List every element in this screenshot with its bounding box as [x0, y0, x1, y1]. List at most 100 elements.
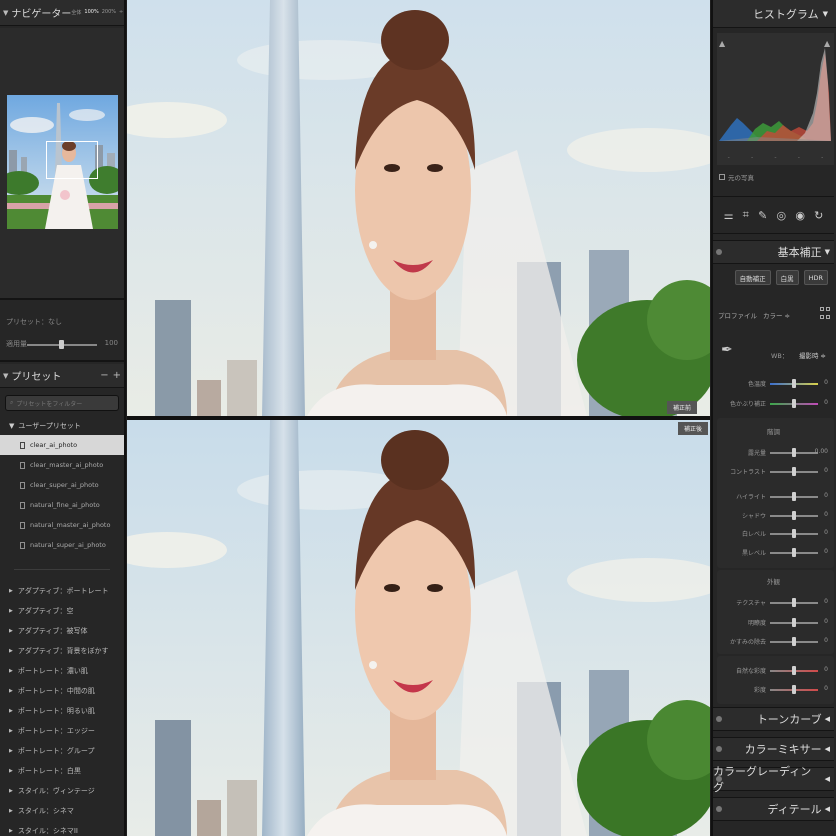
slider-knob[interactable] — [792, 529, 796, 538]
expand-triangle-icon[interactable]: ◀ — [825, 715, 830, 723]
slider-value[interactable]: 0 — [824, 618, 828, 625]
preset-group[interactable]: ▶ アダプティブ：空 — [0, 601, 124, 621]
panel-toggle-icon[interactable] — [716, 249, 722, 255]
collapse-triangle-icon[interactable]: ▼ — [825, 248, 830, 256]
preset-group[interactable]: ▶ スタイル：ヴィンテージ — [0, 781, 124, 801]
slider-knob[interactable] — [792, 466, 796, 476]
slider-knob[interactable] — [792, 637, 796, 646]
expand-triangle-icon[interactable]: ▶ — [9, 608, 13, 614]
expand-triangle-icon[interactable]: ▶ — [9, 708, 13, 714]
user-preset-item[interactable]: natural_master_ai_photo — [0, 515, 124, 535]
mask-icon[interactable]: ◎ — [777, 209, 787, 222]
preset-group[interactable]: ▶ ポートレート：白黒 — [0, 761, 124, 781]
expand-triangle-icon[interactable]: ▶ — [9, 688, 13, 694]
original-photo-checkbox[interactable] — [719, 174, 725, 180]
navigator-thumbnail[interactable] — [7, 95, 118, 229]
preset-group[interactable]: ▶ スタイル：シネマ — [0, 801, 124, 821]
original-photo-toggle[interactable]: 元の写真 — [719, 172, 754, 182]
slider-value[interactable]: 0 — [824, 467, 828, 474]
preset-group[interactable]: ▶ ポートレート：濃い肌 — [0, 661, 124, 681]
expand-triangle-icon[interactable]: ▶ — [9, 808, 13, 814]
user-preset-item[interactable]: natural_fine_ai_photo — [0, 495, 124, 515]
color-grading-header[interactable]: カラーグレーディング ◀ — [713, 765, 834, 794]
collapse-triangle-icon[interactable]: ▼ — [823, 10, 828, 18]
expand-triangle-icon[interactable]: ◀ — [825, 745, 830, 753]
expand-triangle-icon[interactable]: ▶ — [9, 828, 13, 834]
hdr-button[interactable]: HDR — [803, 270, 828, 285]
slider-knob[interactable] — [792, 379, 796, 388]
navigator-header[interactable]: ▼ ナビゲーター 全体 100% 200% ÷ — [0, 0, 124, 26]
profile-browser-icon[interactable] — [820, 307, 830, 321]
slider-knob[interactable] — [792, 666, 796, 675]
image-view[interactable]: 補正前 補正後 — [127, 0, 710, 836]
slider-value[interactable]: 0 — [824, 598, 828, 605]
collapse-triangle-icon[interactable]: ▼ — [3, 9, 8, 17]
color-mixer-header[interactable]: カラーミキサー ◀ — [713, 737, 834, 761]
histogram-header[interactable]: ヒストグラム ▼ — [713, 0, 836, 28]
profile-row[interactable]: プロファイル カラー ≑ — [718, 310, 790, 320]
preset-group[interactable]: ▶ アダプティブ：ポートレート — [0, 581, 124, 601]
expand-triangle-icon[interactable]: ◀ — [825, 775, 830, 783]
bw-button[interactable]: 白黒 — [775, 270, 799, 285]
crop-icon[interactable]: ⌗ — [743, 208, 749, 222]
eyedropper-icon[interactable]: ✒ — [721, 342, 733, 358]
navigator-viewport-rect[interactable] — [46, 141, 98, 179]
panel-toggle-icon[interactable] — [716, 746, 722, 752]
user-preset-item[interactable]: clear_master_ai_photo — [0, 455, 124, 475]
expand-triangle-icon[interactable]: ▶ — [9, 728, 13, 734]
zoom-dropdown-icon[interactable]: ÷ — [119, 9, 123, 16]
preset-filter-input[interactable]: ⌕ プリセットをフィルター — [5, 395, 119, 411]
expand-triangle-icon[interactable]: ▶ — [9, 648, 13, 654]
auto-button[interactable]: 自動補正 — [734, 270, 771, 285]
expand-triangle-icon[interactable]: ▶ — [9, 628, 13, 634]
slider-knob[interactable] — [792, 547, 796, 557]
collapse-triangle-icon[interactable]: ▼ — [3, 372, 8, 380]
zoom-100-option[interactable]: 100% — [84, 9, 98, 16]
tone-curve-header[interactable]: トーンカーブ ◀ — [713, 707, 834, 731]
slider-value[interactable]: 0 — [824, 511, 828, 518]
user-presets-folder[interactable]: ▼ ユーザープリセット — [0, 417, 124, 435]
amount-value[interactable]: 100 — [105, 339, 118, 347]
slider-value[interactable]: 0 — [824, 399, 828, 406]
expand-triangle-icon[interactable]: ◀ — [825, 805, 830, 813]
wb-select[interactable]: 撮影時 ≑ — [799, 350, 826, 360]
expand-triangle-icon[interactable]: ▶ — [9, 748, 13, 754]
expand-triangle-icon[interactable]: ▶ — [9, 668, 13, 674]
slider-knob[interactable] — [792, 617, 796, 627]
user-preset-item[interactable]: clear_ai_photo — [0, 435, 124, 455]
preset-group[interactable]: ▶ ポートレート：中間の肌 — [0, 681, 124, 701]
zoom-fit-option[interactable]: 全体 — [71, 9, 81, 16]
slider-knob[interactable] — [792, 598, 796, 607]
preset-group[interactable]: ▶ ポートレート：グループ — [0, 741, 124, 761]
histogram-graph[interactable]: ▲ ▲ - - - - - — [717, 33, 834, 165]
panel-toggle-icon[interactable] — [716, 776, 722, 782]
folder-expand-icon[interactable]: ▼ — [9, 422, 14, 430]
preset-group[interactable]: ▶ スタイル：シネマII — [0, 821, 124, 836]
add-preset-button[interactable]: + — [113, 370, 121, 381]
slider-value[interactable]: 0 — [824, 637, 828, 644]
sliders-icon[interactable]: ⚌ — [724, 209, 734, 222]
zoom-200-option[interactable]: 200% — [102, 9, 116, 16]
expand-triangle-icon[interactable]: ▶ — [9, 588, 13, 594]
after-photo[interactable]: 補正後 — [127, 420, 710, 836]
preset-group[interactable]: ▶ アダプティブ：背景をぼかす — [0, 641, 124, 661]
slider-knob[interactable] — [792, 448, 796, 457]
slider-value[interactable]: 0 — [824, 379, 828, 386]
presets-icon[interactable]: ↻ — [814, 209, 823, 222]
detail-header[interactable]: ディテール ◀ — [713, 797, 834, 821]
user-preset-item[interactable]: natural_super_ai_photo — [0, 535, 124, 555]
profile-select[interactable]: カラー ≑ — [763, 310, 790, 320]
slider-value[interactable]: 0.00 — [815, 448, 828, 455]
expand-triangle-icon[interactable]: ▶ — [9, 788, 13, 794]
slider-value[interactable]: 0 — [824, 666, 828, 673]
slider-value[interactable]: 0 — [824, 492, 828, 499]
slider-value[interactable]: 0 — [824, 548, 828, 555]
panel-toggle-icon[interactable] — [716, 806, 722, 812]
basic-panel-header[interactable]: 基本補正 ▼ — [713, 240, 834, 264]
slider-value[interactable]: 0 — [824, 529, 828, 536]
remove-preset-button[interactable]: − — [100, 370, 108, 381]
slider-knob[interactable] — [792, 685, 796, 694]
slider-value[interactable]: 0 — [824, 685, 828, 692]
panel-toggle-icon[interactable] — [716, 716, 722, 722]
presets-header[interactable]: ▼ プリセット − + — [0, 364, 124, 388]
